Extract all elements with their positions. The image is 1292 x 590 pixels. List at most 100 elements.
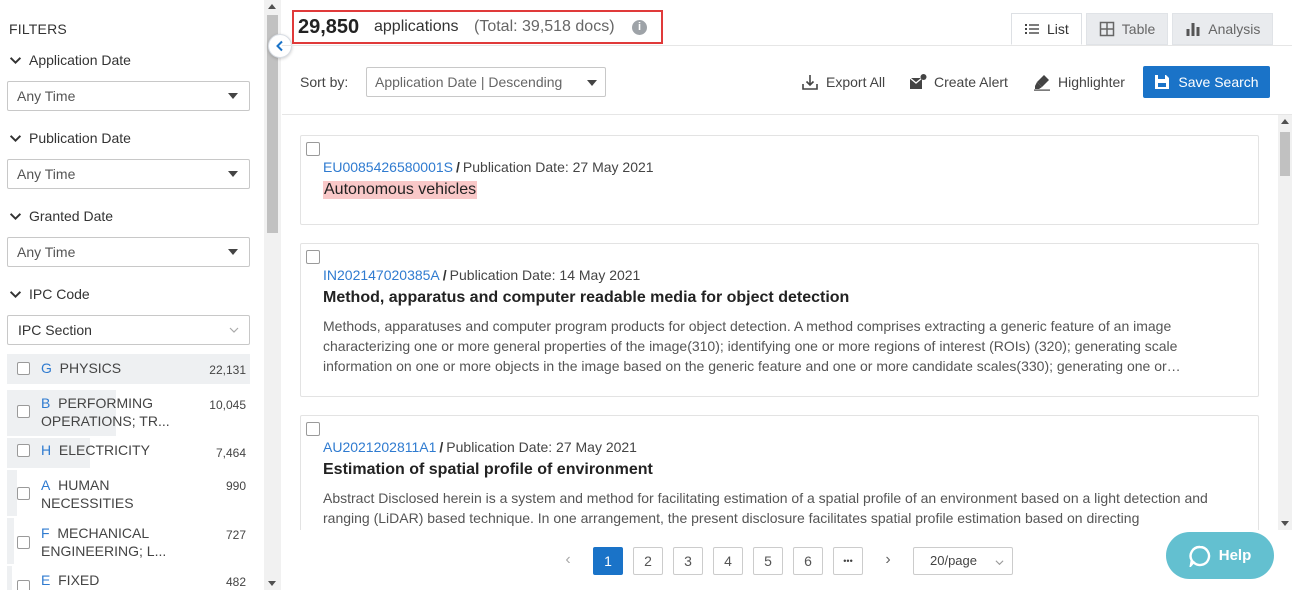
bar-chart-icon [1185, 21, 1201, 37]
sidebar-scrollbar[interactable] [264, 0, 281, 590]
ipc-name-cont: ENGINEERING; L... [41, 543, 166, 559]
export-label: Export All [826, 74, 885, 90]
highlighter-icon [1033, 73, 1051, 91]
tab-list[interactable]: List [1011, 13, 1082, 45]
select-value: Any Time [17, 88, 75, 104]
highlighter-button[interactable]: Highlighter [1033, 73, 1125, 91]
result-checkbox[interactable] [306, 142, 320, 156]
tab-analysis[interactable]: Analysis [1172, 13, 1273, 45]
chevron-down-icon [9, 210, 22, 223]
ipc-name-block: B PERFORMINGOPERATIONS; TR... [41, 394, 191, 430]
ipc-count: 727 [226, 528, 246, 542]
more-pages-button[interactable]: ••• [833, 547, 863, 575]
sort-value: Application Date | Descending [375, 74, 562, 90]
divider [282, 45, 1292, 46]
caret-down-icon [228, 93, 238, 99]
filters-sidebar: FILTERS Application Date Any Time Public… [0, 0, 264, 590]
ipc-checkbox[interactable] [17, 444, 30, 457]
ipc-share-bar [7, 566, 12, 590]
page-5-button[interactable]: 5 [753, 547, 783, 575]
publication-date-select[interactable]: Any Time [7, 159, 250, 189]
prev-page-button[interactable]: ‹ [553, 547, 583, 575]
scrollbar-thumb[interactable] [1280, 132, 1290, 176]
caret-down-icon [587, 80, 597, 86]
page-1-button[interactable]: 1 [593, 547, 623, 575]
ipc-checkbox[interactable] [17, 362, 30, 375]
filters-title: FILTERS [9, 21, 67, 37]
granted-date-select[interactable]: Any Time [7, 237, 250, 267]
next-page-button[interactable]: › [873, 547, 903, 575]
separator: / [456, 159, 460, 175]
help-button[interactable]: Help [1166, 532, 1274, 579]
result-title[interactable]: Method, apparatus and computer readable … [323, 289, 849, 307]
ipc-checkbox[interactable] [17, 487, 30, 500]
chevron-down-icon [995, 558, 1004, 567]
ipc-count: 990 [226, 479, 246, 493]
select-value: Any Time [17, 166, 75, 182]
scroll-up-icon[interactable] [1281, 119, 1289, 124]
filter-application-date-toggle[interactable]: Application Date [9, 52, 131, 68]
application-date-select[interactable]: Any Time [7, 81, 250, 111]
info-icon[interactable]: i [632, 20, 647, 35]
result-card[interactable]: IN202147020385A/Publication Date: 14 May… [300, 243, 1259, 397]
chevron-down-icon [229, 325, 239, 335]
result-card[interactable]: EU0085426580001S/Publication Date: 27 Ma… [300, 135, 1259, 225]
page-6-button[interactable]: 6 [793, 547, 823, 575]
tab-table[interactable]: Table [1086, 13, 1168, 45]
save-search-button[interactable]: Save Search [1143, 66, 1270, 98]
ipc-checkbox[interactable] [17, 536, 30, 549]
view-tabs: List Table Analysis [1011, 13, 1277, 45]
result-meta: AU2021202811A1/Publication Date: 27 May … [323, 439, 637, 455]
ipc-count: 7,464 [216, 446, 246, 460]
result-card[interactable]: AU2021202811A1/Publication Date: 27 May … [300, 415, 1259, 530]
sort-select[interactable]: Application Date | Descending [366, 67, 606, 97]
save-icon [1154, 74, 1170, 90]
total-docs: (Total: 39,518 docs) [474, 18, 615, 36]
page-4-button[interactable]: 4 [713, 547, 743, 575]
tab-label: Table [1122, 21, 1155, 37]
page-3-button[interactable]: 3 [673, 547, 703, 575]
caret-down-icon [228, 171, 238, 177]
filter-ipc-code-toggle[interactable]: IPC Code [9, 286, 90, 302]
result-count: 29,850 [298, 16, 359, 39]
ipc-checkbox[interactable] [17, 405, 30, 418]
ipc-item-b[interactable]: B PERFORMINGOPERATIONS; TR... 10,045 [7, 390, 250, 436]
result-checkbox[interactable] [306, 250, 320, 264]
result-title[interactable]: Autonomous vehicles [323, 181, 477, 199]
ipc-item-e[interactable]: E FIXED 482 [7, 566, 250, 590]
result-title[interactable]: Estimation of spatial profile of environ… [323, 461, 653, 479]
result-id-link[interactable]: IN202147020385A [323, 267, 440, 283]
scroll-down-icon[interactable] [268, 581, 276, 586]
scroll-up-icon[interactable] [268, 4, 276, 9]
ipc-item-h[interactable]: H ELECTRICITY 7,464 [7, 438, 250, 468]
scroll-down-icon[interactable] [1281, 521, 1289, 526]
table-icon [1099, 21, 1115, 37]
separator: / [443, 267, 447, 283]
list-icon [1024, 21, 1040, 37]
result-checkbox[interactable] [306, 422, 320, 436]
ipc-item-g[interactable]: G PHYSICS 22,131 [7, 354, 250, 384]
filter-label: IPC Code [29, 286, 90, 302]
ipc-section-select[interactable]: IPC Section [7, 315, 250, 345]
save-label: Save Search [1178, 74, 1258, 90]
export-all-button[interactable]: Export All [801, 73, 885, 91]
ipc-item-a[interactable]: A HUMANNECESSITIES 990 [7, 470, 250, 516]
ipc-item-f[interactable]: F MECHANICALENGINEERING; L... 727 [7, 518, 250, 564]
page-2-button[interactable]: 2 [633, 547, 663, 575]
ipc-code: H [41, 442, 51, 458]
create-alert-button[interactable]: Create Alert [909, 73, 1008, 91]
result-id-link[interactable]: AU2021202811A1 [323, 439, 436, 455]
result-count-label: applications [374, 18, 459, 36]
chevron-down-icon [9, 288, 22, 301]
ipc-checkbox[interactable] [17, 580, 30, 590]
page-size-select[interactable]: 20/page [913, 547, 1013, 575]
filter-publication-date-toggle[interactable]: Publication Date [9, 130, 131, 146]
result-id-link[interactable]: EU0085426580001S [323, 159, 453, 175]
collapse-sidebar-button[interactable] [268, 34, 292, 58]
filter-granted-date-toggle[interactable]: Granted Date [9, 208, 113, 224]
ipc-code-line: H ELECTRICITY [41, 442, 150, 458]
results-scrollbar[interactable] [1278, 115, 1292, 530]
ipc-name-cont: NECESSITIES [41, 495, 134, 511]
publication-date: Publication Date: 27 May 2021 [463, 159, 654, 175]
ipc-count: 22,131 [209, 363, 246, 377]
